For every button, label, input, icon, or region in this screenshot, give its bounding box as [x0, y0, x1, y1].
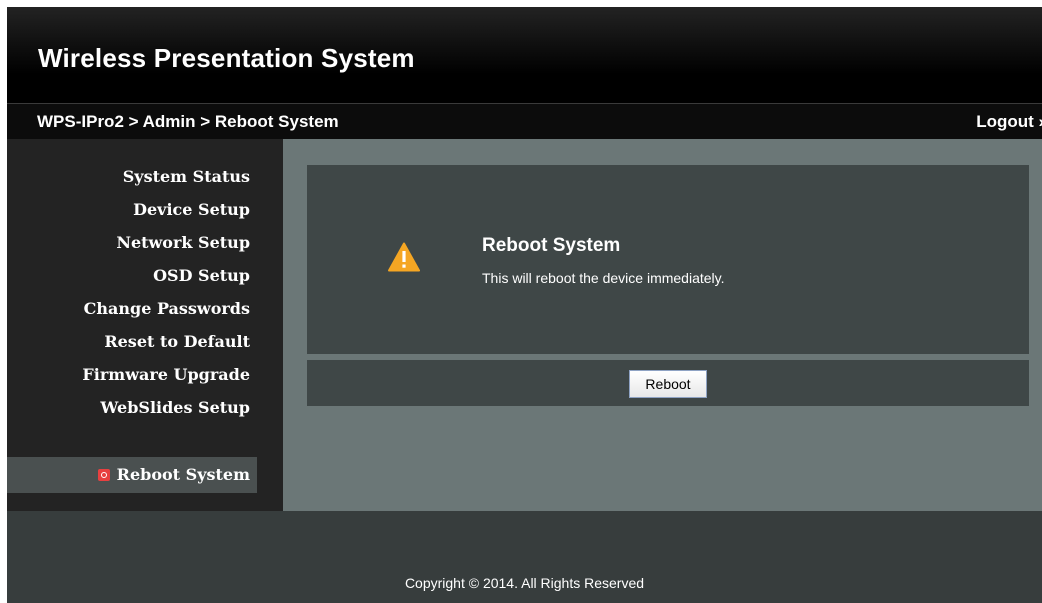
sidebar-item-reboot-system[interactable]: Reboot System: [7, 457, 257, 493]
app-title: Wireless Presentation System: [38, 43, 415, 73]
sidebar-item-system-status[interactable]: System Status: [7, 168, 250, 201]
reboot-button[interactable]: Reboot: [629, 370, 707, 398]
sidebar-item-reset-to-default[interactable]: Reset to Default: [7, 333, 250, 366]
reboot-panel: Reboot System This will reboot the devic…: [307, 165, 1029, 354]
sidebar: System Status Device Setup Network Setup…: [7, 139, 283, 511]
action-bar: Reboot: [307, 360, 1029, 406]
breadcrumb: WPS-IPro2 > Admin > Reboot System: [37, 112, 339, 131]
browser-page: Wireless Presentation System WPS-IPro2 >…: [7, 7, 1042, 603]
sidebar-nav: System Status Device Setup Network Setup…: [7, 168, 250, 432]
logout-link[interactable]: Logout »: [976, 112, 1042, 132]
sidebar-item-device-setup[interactable]: Device Setup: [7, 201, 250, 234]
header: Wireless Presentation System: [7, 7, 1042, 103]
sidebar-item-osd-setup[interactable]: OSD Setup: [7, 267, 250, 300]
sidebar-item-firmware-upgrade[interactable]: Firmware Upgrade: [7, 366, 250, 399]
sidebar-item-network-setup[interactable]: Network Setup: [7, 234, 250, 267]
main-content: Reboot System This will reboot the devic…: [283, 139, 1042, 511]
sidebar-item-change-passwords[interactable]: Change Passwords: [7, 300, 250, 333]
panel-title: Reboot System: [482, 235, 621, 256]
top-bar: WPS-IPro2 > Admin > Reboot System Logout…: [7, 103, 1042, 139]
panel-description: This will reboot the device immediately.: [482, 270, 725, 286]
sidebar-item-label: Reboot System: [116, 465, 250, 484]
warning-icon: [388, 242, 420, 272]
copyright-text: Copyright © 2014. All Rights Reserved: [404, 575, 645, 591]
footer: Copyright © 2014. All Rights Reserved: [7, 511, 1042, 603]
power-icon: [97, 469, 110, 481]
sidebar-item-webslides-setup[interactable]: WebSlides Setup: [7, 399, 250, 432]
